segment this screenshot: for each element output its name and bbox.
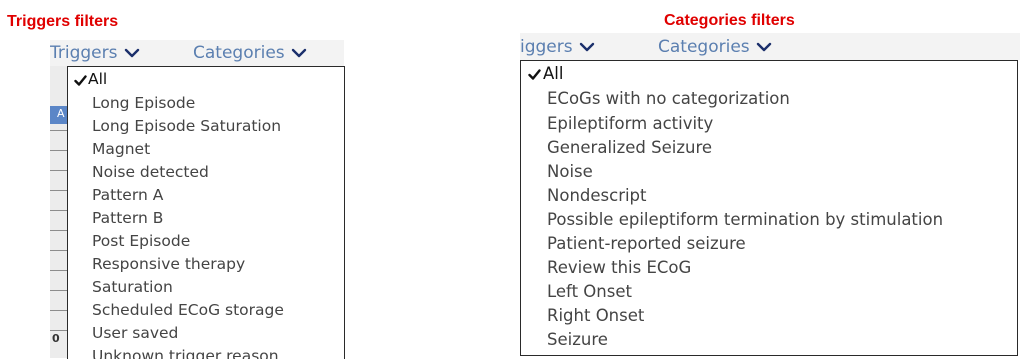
category-option[interactable]: Generalized Seizure [547,135,1017,160]
trigger-option[interactable]: Responsive therapy [92,252,344,276]
trigger-option[interactable]: Unknown trigger reason [92,344,344,359]
table-row-line [50,250,68,251]
tab-categories-label: Categories [193,43,285,63]
chevron-down-icon [579,42,595,52]
tab-triggers-label: Triggers [50,43,118,63]
table-row-line [50,230,68,231]
category-option[interactable]: Nondescript [547,183,1017,208]
tab-categories[interactable]: Categories [658,33,772,60]
triggers-filters-caption: Triggers filters [7,13,119,30]
trigger-option[interactable]: Pattern B [92,206,344,230]
categories-dropdown[interactable]: All ECoGs with no categorization Epilept… [520,60,1018,356]
table-row-line [50,210,68,211]
triggers-tab-bar: Triggers Categories [50,40,344,66]
table-row-line [50,270,68,271]
chevron-down-icon [291,48,307,58]
chevron-down-icon [124,48,140,58]
trigger-option[interactable]: Magnet [92,137,344,161]
trigger-option[interactable]: Post Episode [92,229,344,253]
chevron-down-icon [756,42,772,52]
trigger-option[interactable]: Long Episode [92,91,344,115]
table-row-line [50,150,68,151]
table-row-line [50,170,68,171]
trigger-option[interactable]: Saturation [92,275,344,299]
category-option[interactable]: Seizure [547,327,1017,352]
category-option-all[interactable]: All [543,61,1017,86]
trigger-option[interactable]: Noise detected [92,160,344,184]
trigger-option[interactable]: User saved [92,321,344,345]
categories-filters-caption: Categories filters [664,12,795,29]
category-option[interactable]: Right Onset [547,303,1017,328]
check-icon [74,75,87,86]
category-option[interactable]: Epileptiform activity [547,111,1017,136]
tab-triggers[interactable]: Triggers [50,40,140,66]
table-row-line [50,330,68,331]
category-option[interactable]: Patient-reported seizure [547,231,1017,256]
trigger-option[interactable]: Pattern A [92,183,344,207]
table-header-letter: A [57,107,65,120]
category-option[interactable]: Review this ECoG [547,255,1017,280]
table-cell-partial: 0 [52,332,60,345]
tab-categories-label: Categories [658,36,750,57]
table-row-line [50,290,68,291]
table-row-line [50,190,68,191]
category-option[interactable]: Possible epileptiform termination by sti… [547,207,1017,232]
trigger-option-all[interactable]: All [88,67,344,91]
tab-triggers-label: iggers [520,36,573,57]
trigger-option[interactable]: Scheduled ECoG storage [92,298,344,322]
table-row-line [50,310,68,311]
category-option[interactable]: Left Onset [547,279,1017,304]
tab-triggers[interactable]: iggers [520,33,595,60]
category-option[interactable]: ECoGs with no categorization [547,86,1017,111]
check-icon [528,69,541,80]
category-option[interactable]: Noise [547,159,1017,184]
table-row-line [50,130,68,131]
tab-categories[interactable]: Categories [193,40,307,66]
trigger-option[interactable]: Long Episode Saturation [92,114,344,138]
triggers-dropdown[interactable]: All Long Episode Long Episode Saturation… [67,66,345,359]
categories-tab-bar: iggers Categories [520,33,1020,60]
